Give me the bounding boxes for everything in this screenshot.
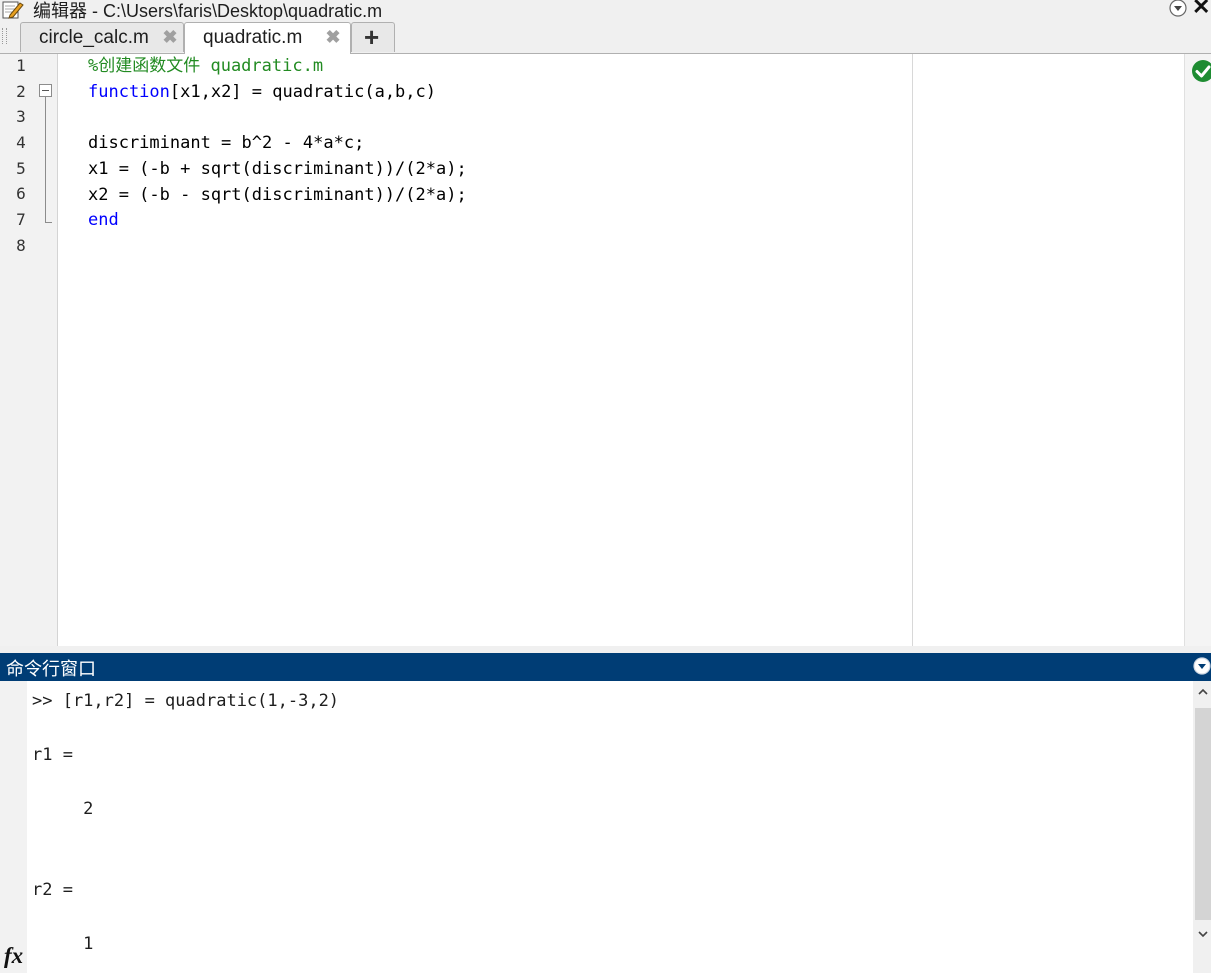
code-line[interactable]: end [88, 207, 119, 233]
panel-actions-dropdown-icon[interactable] [1168, 0, 1188, 18]
editor-scrollbar[interactable] [1184, 54, 1211, 646]
code-fold-end [45, 222, 52, 223]
code-keyword: end [88, 210, 119, 230]
close-icon[interactable]: ✕ [1192, 0, 1210, 18]
code-line[interactable]: function[x1,x2] = quadratic(a,b,c) [88, 79, 436, 105]
line-number: 4 [16, 133, 26, 152]
code-text: [x1,x2] = quadratic(a,b,c) [169, 82, 436, 102]
function-browser-icon[interactable]: fx [4, 943, 23, 969]
title-bar: 编辑器 - C:\Users\faris\Desktop\quadratic.m… [0, 0, 1211, 21]
code-line[interactable]: discriminant = b^2 - 4*a*c; [88, 130, 364, 156]
code-line[interactable]: x1 = (-b + sqrt(discriminant))/(2*a); [88, 156, 467, 182]
command-input-line: >> [r1,r2] = quadratic(1,-3,2) [32, 691, 340, 711]
command-window-header: 命令行窗口 [0, 653, 1211, 681]
command-window-title: 命令行窗口 [6, 659, 96, 679]
scroll-up-arrow-icon[interactable] [1196, 685, 1210, 699]
tab-label: circle_calc.m [39, 27, 149, 48]
tab-quadratic[interactable]: quadratic.m ✖ [184, 22, 351, 54]
code-text: discriminant = b^2 - 4*a*c; [88, 133, 365, 153]
code-comment: %创建函数文件 quadratic.m [88, 56, 324, 76]
tab-circle-calc[interactable]: circle_calc.m ✖ [20, 22, 184, 52]
output-line: r2 = [32, 880, 73, 900]
line-number: 6 [16, 184, 26, 203]
code-line[interactable]: x2 = (-b - sqrt(discriminant))/(2*a); [88, 182, 467, 208]
code-line[interactable]: %创建函数文件 quadratic.m [88, 53, 323, 79]
line-number-gutter: 1 2 3 4 5 6 7 8 [0, 54, 58, 646]
command-window[interactable]: fx >> [r1,r2] = quadratic(1,-3,2) r1 = 2… [0, 681, 1211, 973]
line-number: 1 [16, 56, 26, 75]
panel-actions-dropdown-icon[interactable] [1192, 656, 1211, 676]
code-text: x1 = (-b + sqrt(discriminant))/(2*a); [88, 159, 467, 179]
line-number: 2 [16, 82, 26, 101]
plus-icon: + [364, 22, 380, 52]
line-number: 5 [16, 159, 26, 178]
right-margin-guide [912, 54, 913, 646]
tab-label: quadratic.m [203, 27, 303, 48]
scrollbar-thumb[interactable] [1195, 708, 1211, 920]
code-text: x2 = (-b - sqrt(discriminant))/(2*a); [88, 185, 467, 205]
editor-tab-bar: circle_calc.m ✖ quadratic.m ✖ + [0, 20, 1211, 54]
close-tab-icon[interactable]: ✖ [325, 28, 341, 46]
editor-pencil-icon [2, 1, 24, 19]
code-editor[interactable]: 1 2 3 4 5 6 7 8 %创建函数文件 quadratic.m funct… [0, 54, 1211, 646]
tab-grip-handle[interactable] [2, 28, 7, 44]
output-line: 2 [32, 799, 94, 819]
panel-divider[interactable] [0, 646, 1211, 653]
line-number: 3 [16, 107, 26, 126]
check-circle-icon[interactable] [1191, 59, 1211, 83]
command-window-margin [0, 681, 27, 973]
code-keyword: function [88, 82, 170, 102]
code-fold-line [45, 97, 46, 222]
line-number: 7 [16, 210, 26, 229]
code-fold-toggle[interactable] [39, 84, 52, 97]
new-tab-button[interactable]: + [351, 22, 395, 52]
output-line: 1 [32, 934, 94, 954]
line-number: 8 [16, 236, 26, 255]
close-tab-icon[interactable]: ✖ [162, 28, 178, 46]
scroll-down-arrow-icon[interactable] [1196, 927, 1210, 941]
output-line: r1 = [32, 745, 73, 765]
